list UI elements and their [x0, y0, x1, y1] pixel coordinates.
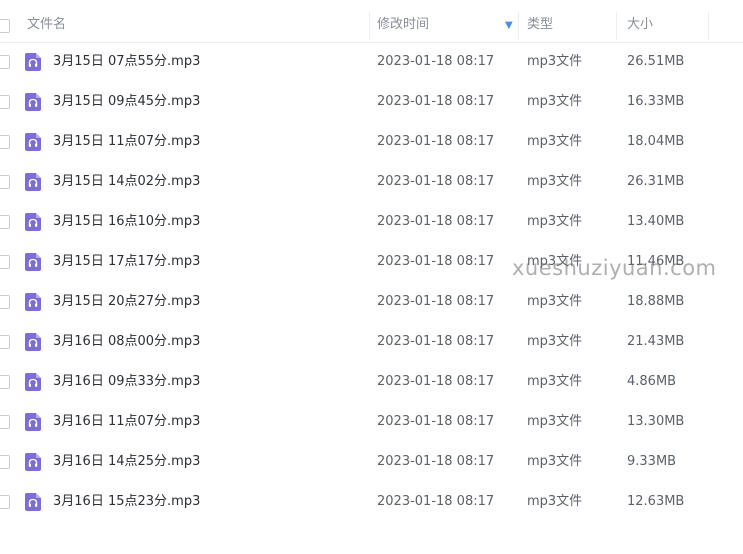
music-file-icon — [25, 333, 41, 351]
file-type: mp3文件 — [527, 54, 583, 69]
table-row[interactable]: 3月16日 11点07分.mp3 2023-01-18 08:17 mp3文件 13.… — [0, 402, 743, 442]
table-row[interactable]: 3月15日 11点07分.mp3 2023-01-18 08:17 mp3文件 18.… — [0, 122, 743, 162]
file-size: 13.40MB — [627, 214, 685, 229]
column-header-modified[interactable]: 修改时间 — [377, 8, 429, 42]
column-header-size[interactable]: 大小 — [627, 8, 653, 42]
column-header-name[interactable]: 文件名 — [27, 8, 66, 42]
column-divider[interactable] — [369, 12, 370, 40]
music-file-icon — [25, 93, 41, 111]
table-row[interactable]: 3月16日 09点33分.mp3 2023-01-18 08:17 mp3文件 4.8… — [0, 362, 743, 402]
file-size: 4.86MB — [627, 374, 677, 389]
row-checkbox[interactable] — [0, 215, 10, 229]
music-file-icon — [25, 293, 41, 311]
table-row[interactable]: 3月16日 15点23分.mp3 2023-01-18 08:17 mp3文件 12.… — [0, 482, 743, 522]
row-checkbox[interactable] — [0, 335, 10, 349]
row-checkbox[interactable] — [0, 255, 10, 269]
file-name[interactable]: 3月15日 09点45分.mp3 — [53, 82, 200, 122]
sort-down-arrow-icon[interactable]: ▼ — [505, 8, 513, 42]
file-size: 21.43MB — [627, 334, 685, 349]
file-modified-date: 2023-01-18 08:17 — [377, 214, 495, 229]
table-row[interactable]: 3月16日 14点25分.mp3 2023-01-18 08:17 mp3文件 9.3… — [0, 442, 743, 482]
watermark: xueshuziyuan.com — [512, 256, 717, 280]
file-type: mp3文件 — [527, 374, 583, 389]
file-name[interactable]: 3月16日 09点33分.mp3 — [53, 362, 200, 402]
file-name[interactable]: 3月16日 14点25分.mp3 — [53, 442, 200, 482]
music-file-icon — [25, 213, 41, 231]
file-modified-date: 2023-01-18 08:17 — [377, 334, 495, 349]
file-type: mp3文件 — [527, 414, 583, 429]
column-divider[interactable] — [518, 12, 519, 40]
row-checkbox[interactable] — [0, 55, 10, 69]
file-modified-date: 2023-01-18 08:17 — [377, 374, 495, 389]
table-row[interactable]: 3月15日 16点10分.mp3 2023-01-18 08:17 mp3文件 13.… — [0, 202, 743, 242]
music-file-icon — [25, 493, 41, 511]
row-checkbox[interactable] — [0, 295, 10, 309]
column-divider[interactable] — [708, 12, 709, 40]
row-checkbox[interactable] — [0, 375, 10, 389]
file-size: 18.88MB — [627, 294, 685, 309]
file-modified-date: 2023-01-18 08:17 — [377, 54, 495, 69]
row-checkbox[interactable] — [0, 415, 10, 429]
column-divider[interactable] — [616, 12, 617, 40]
file-type: mp3文件 — [527, 214, 583, 229]
music-file-icon — [25, 453, 41, 471]
row-checkbox[interactable] — [0, 495, 10, 509]
file-name[interactable]: 3月15日 16点10分.mp3 — [53, 202, 200, 242]
file-size: 18.04MB — [627, 134, 685, 149]
file-name[interactable]: 3月16日 15点23分.mp3 — [53, 482, 200, 522]
file-name[interactable]: 3月15日 11点07分.mp3 — [53, 122, 200, 162]
file-modified-date: 2023-01-18 08:17 — [377, 294, 495, 309]
file-type: mp3文件 — [527, 454, 583, 469]
music-file-icon — [25, 133, 41, 151]
file-type: mp3文件 — [527, 334, 583, 349]
file-type: mp3文件 — [527, 94, 583, 109]
row-checkbox[interactable] — [0, 95, 10, 109]
file-type: mp3文件 — [527, 294, 583, 309]
table-row[interactable]: 3月15日 07点55分.mp3 2023-01-18 08:17 mp3文件 26.… — [0, 42, 743, 82]
file-name[interactable]: 3月15日 20点27分.mp3 — [53, 282, 200, 322]
select-all-checkbox[interactable] — [0, 19, 10, 33]
file-modified-date: 2023-01-18 08:17 — [377, 134, 495, 149]
music-file-icon — [25, 373, 41, 391]
file-modified-date: 2023-01-18 08:17 — [377, 254, 495, 269]
file-name[interactable]: 3月15日 14点02分.mp3 — [53, 162, 200, 202]
file-name[interactable]: 3月16日 11点07分.mp3 — [53, 402, 200, 442]
table-row[interactable]: 3月15日 09点45分.mp3 2023-01-18 08:17 mp3文件 16.… — [0, 82, 743, 122]
file-modified-date: 2023-01-18 08:17 — [377, 494, 495, 509]
file-size: 16.33MB — [627, 94, 685, 109]
file-modified-date: 2023-01-18 08:17 — [377, 94, 495, 109]
table-row[interactable]: 3月15日 20点27分.mp3 2023-01-18 08:17 mp3文件 18.… — [0, 282, 743, 322]
file-name[interactable]: 3月15日 07点55分.mp3 — [53, 42, 200, 82]
file-modified-date: 2023-01-18 08:17 — [377, 174, 495, 189]
row-checkbox[interactable] — [0, 455, 10, 469]
music-file-icon — [25, 53, 41, 71]
file-type: mp3文件 — [527, 134, 583, 149]
table-row[interactable]: 3月15日 14点02分.mp3 2023-01-18 08:17 mp3文件 26.… — [0, 162, 743, 202]
file-size: 13.30MB — [627, 414, 685, 429]
music-file-icon — [25, 173, 41, 191]
file-name[interactable]: 3月15日 17点17分.mp3 — [53, 242, 200, 282]
file-size: 26.51MB — [627, 54, 685, 69]
file-size: 9.33MB — [627, 454, 677, 469]
file-list-header: 文件名 修改时间 ▼ 类型 大小 — [0, 8, 743, 43]
row-checkbox[interactable] — [0, 135, 10, 149]
column-header-type[interactable]: 类型 — [527, 8, 553, 42]
file-type: mp3文件 — [527, 174, 583, 189]
file-modified-date: 2023-01-18 08:17 — [377, 454, 495, 469]
row-checkbox[interactable] — [0, 175, 10, 189]
table-row[interactable]: 3月16日 08点00分.mp3 2023-01-18 08:17 mp3文件 21.… — [0, 322, 743, 362]
file-name[interactable]: 3月16日 08点00分.mp3 — [53, 322, 200, 362]
music-file-icon — [25, 253, 41, 271]
file-size: 26.31MB — [627, 174, 685, 189]
file-type: mp3文件 — [527, 494, 583, 509]
music-file-icon — [25, 413, 41, 431]
file-size: 12.63MB — [627, 494, 685, 509]
file-modified-date: 2023-01-18 08:17 — [377, 414, 495, 429]
